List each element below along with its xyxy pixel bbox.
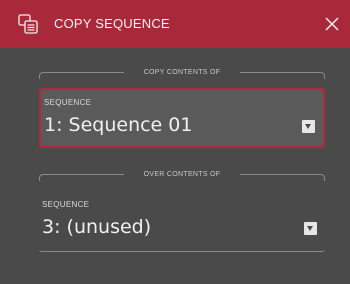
copy-sequence-icon <box>18 14 38 34</box>
source-sequence-value: 1: Sequence 01 <box>44 114 193 136</box>
source-sequence-field[interactable]: SEQUENCE 1: Sequence 01 <box>39 88 325 148</box>
dropdown-arrow-icon[interactable] <box>302 120 315 133</box>
source-field-label: SEQUENCE <box>44 98 92 107</box>
destination-sequence-field[interactable]: SEQUENCE 3: (unused) <box>39 192 325 252</box>
over-contents-divider: OVER CONTENTS OF <box>39 168 325 182</box>
divider-line-right <box>240 174 325 181</box>
close-icon[interactable] <box>322 14 342 34</box>
over-contents-label: OVER CONTENTS OF <box>143 171 221 178</box>
destination-field-label: SEQUENCE <box>42 200 90 209</box>
dialog-titlebar: COPY SEQUENCE <box>0 0 350 48</box>
copy-contents-label: COPY CONTENTS OF <box>143 69 221 76</box>
dialog-title: COPY SEQUENCE <box>54 16 170 31</box>
divider-line-right <box>240 72 325 79</box>
copy-sequence-dialog: COPY SEQUENCE COPY CONTENTS OF SEQUENCE … <box>0 0 350 284</box>
divider-line-left <box>39 72 124 79</box>
dropdown-arrow-icon[interactable] <box>304 222 317 235</box>
divider-line-left <box>39 174 124 181</box>
destination-sequence-value: 3: (unused) <box>42 216 152 238</box>
copy-contents-divider: COPY CONTENTS OF <box>39 66 325 80</box>
